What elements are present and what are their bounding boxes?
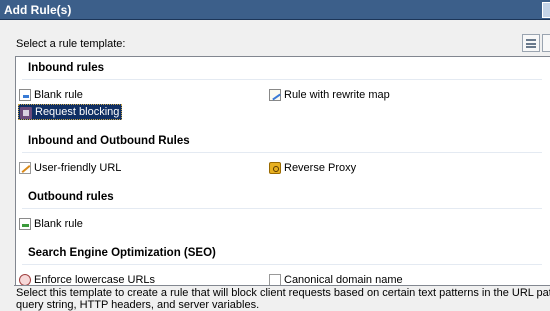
dialog-title: Add Rule(s): [4, 3, 72, 17]
template-inbound-blank-rule[interactable]: Blank rule: [18, 87, 85, 103]
template-description: Select this template to create a rule th…: [14, 285, 550, 311]
outbound-blank-rule-icon: [19, 218, 31, 230]
template-label: Request blocking: [35, 106, 120, 118]
template-outbound-blank-rule[interactable]: Blank rule: [18, 216, 85, 232]
dialog-title-bar: Add Rule(s): [0, 0, 550, 20]
template-rule-with-rewrite-map[interactable]: Rule with rewrite map: [268, 87, 392, 103]
group-header-seo: Search Engine Optimization (SEO): [28, 247, 216, 259]
request-blocking-icon: [20, 107, 32, 119]
lowercase-url-icon: [19, 274, 31, 285]
blank-rule-icon: [19, 89, 31, 101]
group-divider: [22, 208, 542, 209]
group-header-outbound: Outbound rules: [28, 191, 114, 203]
template-label: Reverse Proxy: [284, 162, 357, 174]
template-enforce-lowercase-urls[interactable]: Enforce lowercase URLs: [18, 272, 157, 285]
group-header-inbound-outbound: Inbound and Outbound Rules: [28, 135, 190, 147]
template-user-friendly-url[interactable]: User-friendly URL: [18, 160, 123, 176]
description-line-1: Select this template to create a rule th…: [16, 287, 550, 299]
template-label: Rule with rewrite map: [284, 89, 390, 101]
user-friendly-url-icon: [19, 162, 31, 174]
list-view-icon: [526, 39, 536, 48]
template-request-blocking[interactable]: Request blocking: [18, 104, 123, 120]
reverse-proxy-icon: [269, 162, 281, 174]
rule-template-prompt: Select a rule template:: [16, 38, 126, 50]
template-label: Canonical domain name: [284, 274, 403, 285]
list-view-button[interactable]: [522, 34, 540, 52]
template-label: Blank rule: [34, 218, 83, 230]
tile-view-button[interactable]: [542, 34, 550, 52]
template-label: Blank rule: [34, 89, 83, 101]
group-header-inbound: Inbound rules: [28, 62, 105, 74]
template-label: User-friendly URL: [34, 162, 122, 174]
rewrite-map-icon: [269, 89, 281, 101]
group-divider: [22, 79, 542, 80]
group-divider: [22, 152, 542, 153]
template-reverse-proxy[interactable]: Reverse Proxy: [268, 160, 358, 176]
close-button[interactable]: [542, 2, 550, 18]
group-divider: [22, 264, 542, 265]
template-canonical-domain-name[interactable]: Canonical domain name: [268, 272, 405, 285]
canonical-domain-icon: [269, 274, 281, 285]
template-label: Enforce lowercase URLs: [34, 274, 156, 285]
description-line-2: query string, HTTP headers, and server v…: [16, 299, 260, 311]
rule-template-list[interactable]: Inbound rules Blank rule Rule with rewri…: [15, 56, 550, 285]
